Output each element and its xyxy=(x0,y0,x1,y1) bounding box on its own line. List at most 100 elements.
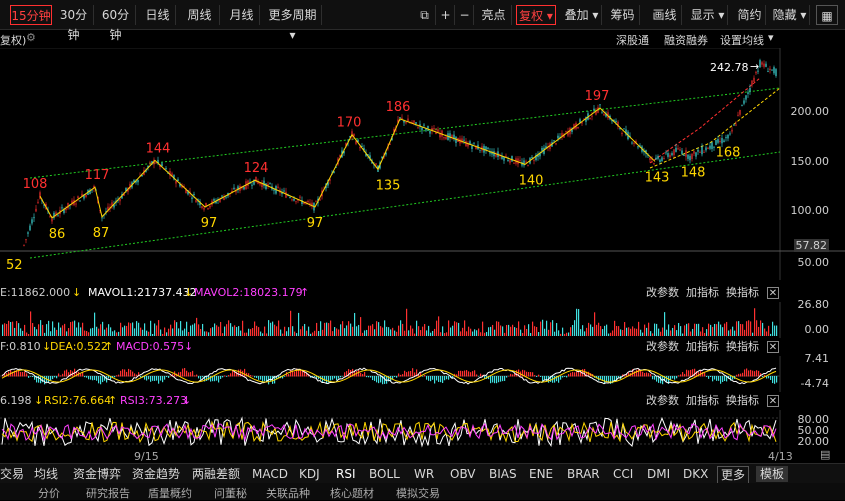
tab-boll[interactable]: BOLL xyxy=(369,466,400,482)
adjust-button[interactable]: 复权 ▾ xyxy=(516,5,556,25)
tab-obv[interactable]: OBV xyxy=(450,466,476,482)
link-sim-trade[interactable]: 模拟交易 xyxy=(396,485,440,501)
volume-bar xyxy=(572,325,574,336)
rsi-add-indicator[interactable]: 加指标 xyxy=(686,392,719,410)
volume-bar xyxy=(346,325,348,336)
macd-chart[interactable] xyxy=(0,356,845,392)
simple-button[interactable]: 简约 xyxy=(734,5,766,25)
scroll-right-icon[interactable]: ▤ xyxy=(820,448,830,461)
volume-switch-indicator[interactable]: 换指标 xyxy=(726,284,759,302)
set-ma-link[interactable]: 设置均线 xyxy=(720,32,764,48)
volume-bar xyxy=(340,324,342,336)
tab-dmi[interactable]: DMI xyxy=(647,466,670,482)
low-price-annotation: 52 xyxy=(6,258,23,273)
candle-body xyxy=(207,208,209,210)
volume-bar xyxy=(672,327,674,336)
volume-bar xyxy=(558,330,560,336)
chevron-down-icon: ▾ xyxy=(588,8,599,22)
volume-add-indicator[interactable]: 加指标 xyxy=(686,284,719,302)
macd-bar xyxy=(48,376,50,383)
candle-body xyxy=(615,120,617,123)
period-60min-button[interactable]: 60分钟 xyxy=(96,5,136,42)
link-core-theme[interactable]: 核心题材 xyxy=(330,485,374,501)
trough-label: 87 xyxy=(93,226,110,241)
tab-capital-trend[interactable]: 资金趋势 xyxy=(132,466,180,482)
period-month-button[interactable]: 月线 xyxy=(224,5,260,25)
tab-capital-game[interactable]: 资金博弈 xyxy=(73,466,121,482)
period-week-button[interactable]: 周线 xyxy=(180,5,220,25)
volume-chart[interactable] xyxy=(0,302,845,338)
volume-bar xyxy=(80,327,82,336)
close-icon[interactable]: ✕ xyxy=(767,395,779,407)
draw-line-button[interactable]: 画线 xyxy=(648,5,682,25)
volume-bar xyxy=(232,326,234,336)
macd-bar xyxy=(262,376,264,382)
tab-more[interactable]: 更多 xyxy=(717,466,750,484)
grid-layout-icon[interactable]: ▦ xyxy=(816,5,838,25)
tab-macd[interactable]: MACD xyxy=(252,466,288,482)
volume-bar xyxy=(530,332,532,336)
link-volume-summary[interactable]: 盾量概约 xyxy=(148,485,192,501)
shenzhen-connect-link[interactable]: 深股通 xyxy=(616,32,649,48)
rsi-chart[interactable] xyxy=(0,410,845,452)
rsi-edit-params[interactable]: 改参数 xyxy=(646,392,679,410)
volume-edit-params[interactable]: 改参数 xyxy=(646,284,679,302)
macd-switch-indicator[interactable]: 换指标 xyxy=(726,338,759,356)
tab-bias[interactable]: BIAS xyxy=(489,466,517,482)
link-research[interactable]: 研究报告 xyxy=(86,485,130,501)
overlay-button[interactable]: 叠加 ▾ xyxy=(562,5,602,25)
volume-bar xyxy=(296,333,298,336)
volume-bar xyxy=(656,323,658,336)
period-day-button[interactable]: 日线 xyxy=(140,5,176,25)
tab-kdj[interactable]: KDJ xyxy=(299,466,320,482)
tab-wr[interactable]: WR xyxy=(414,466,434,482)
tab-rsi[interactable]: RSI xyxy=(336,466,356,482)
tab-trade[interactable]: 交易 xyxy=(0,466,24,482)
rsi-switch-indicator[interactable]: 换指标 xyxy=(726,392,759,410)
zoom-out-icon[interactable]: − xyxy=(456,5,474,25)
volume-value: E:11862.000 xyxy=(0,286,71,299)
tab-ene[interactable]: ENE xyxy=(529,466,553,482)
candle-body xyxy=(463,139,465,141)
settings-gear-icon[interactable]: ⚙ xyxy=(26,31,36,44)
volume-bar xyxy=(548,329,550,336)
tab-template[interactable]: 模板 xyxy=(756,466,789,482)
macd-bar xyxy=(536,376,538,377)
close-icon[interactable]: ✕ xyxy=(767,287,779,299)
more-periods-button[interactable]: 更多周期 ▾ xyxy=(264,5,322,42)
chips-button[interactable]: 筹码 xyxy=(606,5,640,25)
volume-bar xyxy=(758,326,760,336)
volume-bar xyxy=(204,331,206,336)
window-icon[interactable]: ⧉ xyxy=(414,5,436,25)
indicator-tabs: 交易 均线 资金博弈 资金趋势 两融差额 MACD KDJ RSI BOLL W… xyxy=(0,463,845,484)
macd-bar xyxy=(334,376,336,379)
tab-brar[interactable]: BRAR xyxy=(567,466,600,482)
highlight-button[interactable]: 亮点 xyxy=(476,5,512,25)
margin-trading-link[interactable]: 融资融券 xyxy=(664,32,708,48)
candle-body xyxy=(749,88,751,92)
period-15min-button[interactable]: 15分钟 xyxy=(10,5,52,25)
tab-ma[interactable]: 均线 xyxy=(34,466,58,482)
macd-bar xyxy=(460,370,462,377)
tab-dkx[interactable]: DKX xyxy=(683,466,708,482)
link-ask-secretary[interactable]: 问董秘 xyxy=(214,485,247,501)
volume-bar xyxy=(30,311,32,336)
close-icon[interactable]: ✕ xyxy=(767,341,779,353)
volume-bar xyxy=(436,320,438,336)
volume-bar xyxy=(600,326,602,336)
candlestick-chart[interactable]: 108 117 144 124 170 186 197 86 87 97 97 135 140 143 14… xyxy=(0,48,845,280)
tab-cci[interactable]: CCI xyxy=(613,466,633,482)
link-price-distribution[interactable]: 分价 xyxy=(38,485,60,501)
tab-margin-diff[interactable]: 两融差额 xyxy=(192,466,240,482)
macd-bar xyxy=(478,376,480,377)
macd-add-indicator[interactable]: 加指标 xyxy=(686,338,719,356)
period-30min-button[interactable]: 30分钟 xyxy=(54,5,94,42)
volume-bar xyxy=(470,328,472,336)
macd-edit-params[interactable]: 改参数 xyxy=(646,338,679,356)
link-related[interactable]: 关联品种 xyxy=(266,485,310,501)
zoom-in-icon[interactable]: + xyxy=(437,5,455,25)
macd-bar xyxy=(128,368,130,377)
display-button[interactable]: 显示 ▾ xyxy=(688,5,728,25)
candle-body xyxy=(669,154,671,158)
hide-button[interactable]: 隐藏 ▾ xyxy=(770,5,810,25)
